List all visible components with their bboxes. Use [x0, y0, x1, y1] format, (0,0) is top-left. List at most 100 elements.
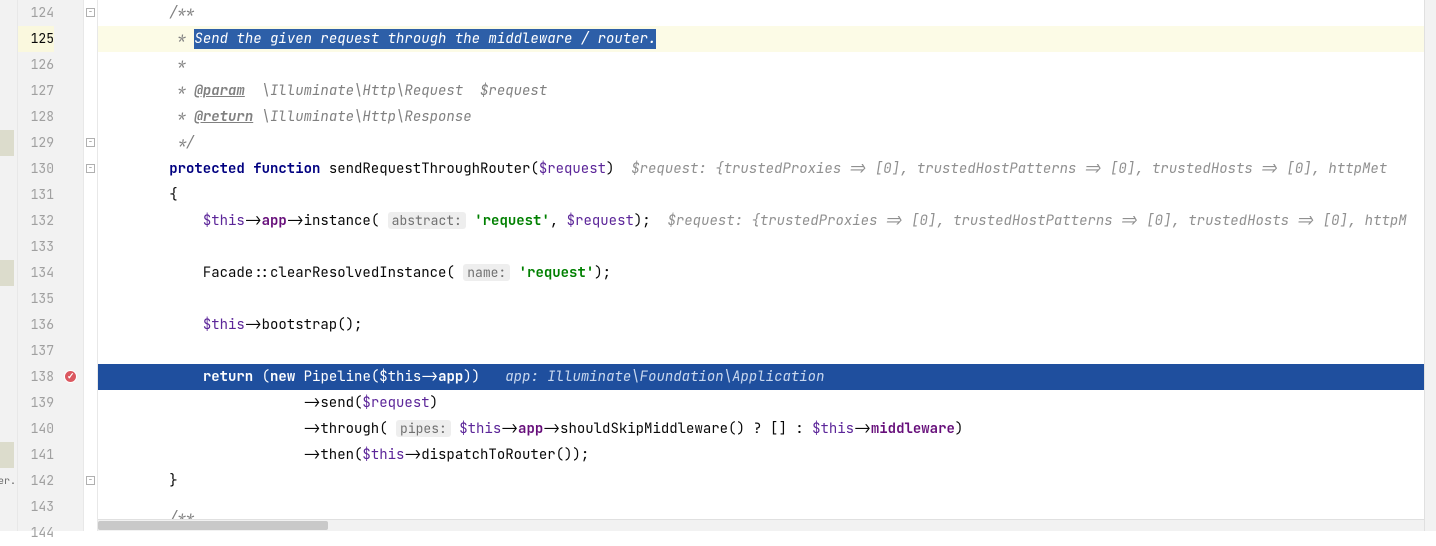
- fold-gutter[interactable]: − − − −: [84, 0, 98, 531]
- token: ->then(: [304, 446, 363, 464]
- token: app: [438, 368, 463, 386]
- code-line[interactable]: * @param \Illuminate\Http\Request $reque…: [98, 78, 1436, 104]
- token: *: [178, 82, 195, 100]
- line-number[interactable]: 127: [18, 78, 54, 104]
- line-number[interactable]: 136: [18, 312, 54, 338]
- token: [451, 420, 459, 438]
- code-line[interactable]: $this->app->instance( abstract: 'request…: [98, 208, 1436, 234]
- code-line[interactable]: {: [98, 182, 1436, 208]
- line-number[interactable]: 126: [18, 52, 54, 78]
- token: $this: [203, 212, 245, 230]
- line-number[interactable]: 143: [18, 494, 54, 520]
- token: ->send(: [304, 394, 363, 412]
- code-line[interactable]: [98, 494, 1436, 520]
- code-line[interactable]: ->through( pipes: $this->app->shouldSkip…: [98, 416, 1436, 442]
- token: return: [203, 368, 262, 386]
- line-number[interactable]: 133: [18, 234, 54, 260]
- token: {: [169, 186, 177, 204]
- fold-toggle-icon[interactable]: −: [86, 138, 95, 147]
- line-number[interactable]: 137: [18, 338, 54, 364]
- token: ->dispatchToRouter());: [404, 446, 589, 464]
- token: protected function: [169, 160, 329, 178]
- line-number[interactable]: 130: [18, 156, 54, 182]
- breakpoint-icon[interactable]: [64, 370, 77, 383]
- code-line[interactable]: /**: [98, 0, 1436, 26]
- token: app: [262, 212, 287, 230]
- line-number[interactable]: 125: [18, 26, 54, 52]
- line-number[interactable]: 144: [18, 520, 54, 546]
- line-number[interactable]: 138: [18, 364, 54, 390]
- token: middleware: [871, 420, 955, 438]
- token: [466, 212, 474, 230]
- line-number[interactable]: 134: [18, 260, 54, 286]
- fold-toggle-icon[interactable]: −: [86, 476, 95, 485]
- token: \Illuminate\Http\Request $request: [245, 82, 547, 100]
- code-line[interactable]: Facade::clearResolvedInstance( name: 're…: [98, 260, 1436, 286]
- token: $this: [203, 316, 245, 334]
- code-line[interactable]: [98, 338, 1436, 364]
- code-line[interactable]: * @return \Illuminate\Http\Response: [98, 104, 1436, 130]
- token: )): [463, 368, 505, 386]
- token: ): [955, 420, 963, 438]
- line-number[interactable]: 131: [18, 182, 54, 208]
- code-area[interactable]: /** * Send the given request through the…: [98, 0, 1436, 531]
- line-number[interactable]: 124: [18, 0, 54, 26]
- token: $request: [539, 160, 606, 178]
- token: ,: [550, 212, 567, 230]
- code-line[interactable]: ->then($this->dispatchToRouter());: [98, 442, 1436, 468]
- code-line[interactable]: [98, 286, 1436, 312]
- code-line[interactable]: * Send the given request through the mid…: [98, 26, 1436, 52]
- token: sendRequestThroughRouter(: [329, 160, 539, 178]
- token: ): [430, 394, 438, 412]
- token: clearResolvedInstance: [270, 264, 446, 282]
- line-number[interactable]: 132: [18, 208, 54, 234]
- token: [614, 160, 631, 178]
- token: pipes:: [396, 420, 451, 437]
- token: $this: [812, 420, 854, 438]
- horizontal-scrollbar[interactable]: [98, 519, 1424, 531]
- scrollbar-thumb[interactable]: [98, 521, 328, 530]
- token: 'request': [519, 264, 595, 282]
- marker-strip: er.: [0, 0, 18, 531]
- token: $request: [567, 212, 634, 230]
- line-number[interactable]: 129: [18, 130, 54, 156]
- line-number[interactable]: 140: [18, 416, 54, 442]
- code-line[interactable]: protected function sendRequestThroughRou…: [98, 156, 1436, 182]
- fold-toggle-icon[interactable]: −: [86, 8, 95, 17]
- change-marker: [0, 260, 14, 286]
- fold-toggle-icon[interactable]: −: [86, 164, 95, 173]
- token: [510, 264, 518, 282]
- token: (: [446, 264, 463, 282]
- line-number-gutter[interactable]: 1241251261271281291301311321331341351361…: [18, 0, 60, 531]
- token: ->: [421, 368, 438, 386]
- code-line[interactable]: [98, 234, 1436, 260]
- token: *: [178, 56, 186, 74]
- token: ->: [501, 420, 518, 438]
- line-number[interactable]: 128: [18, 104, 54, 130]
- breakpoint-gutter[interactable]: [60, 0, 84, 531]
- token: ->shouldSkipMiddleware() ? [] :: [543, 420, 812, 438]
- code-line[interactable]: *: [98, 52, 1436, 78]
- token: app: [518, 420, 543, 438]
- code-line[interactable]: }: [98, 468, 1436, 494]
- code-line[interactable]: ->send($request): [98, 390, 1436, 416]
- token: ->: [245, 212, 262, 230]
- token: }: [169, 472, 177, 490]
- error-stripe[interactable]: [1424, 0, 1436, 531]
- line-number[interactable]: 135: [18, 286, 54, 312]
- line-number[interactable]: 139: [18, 390, 54, 416]
- code-line[interactable]: */: [98, 130, 1436, 156]
- code-editor[interactable]: er. 124125126127128129130131132133134135…: [0, 0, 1436, 531]
- token: @return: [194, 108, 253, 126]
- token: );: [634, 212, 668, 230]
- token: *: [178, 108, 195, 126]
- token: Send the given request through the middl…: [194, 29, 656, 49]
- code-line[interactable]: $this->bootstrap();: [98, 312, 1436, 338]
- change-marker: [0, 130, 14, 156]
- line-number[interactable]: 141: [18, 442, 54, 468]
- code-line[interactable]: return (new Pipeline($this->app)) app: I…: [98, 364, 1436, 390]
- token: @param: [194, 82, 244, 100]
- line-number[interactable]: 142: [18, 468, 54, 494]
- token: $this: [362, 446, 404, 464]
- token: Facade::: [203, 264, 270, 282]
